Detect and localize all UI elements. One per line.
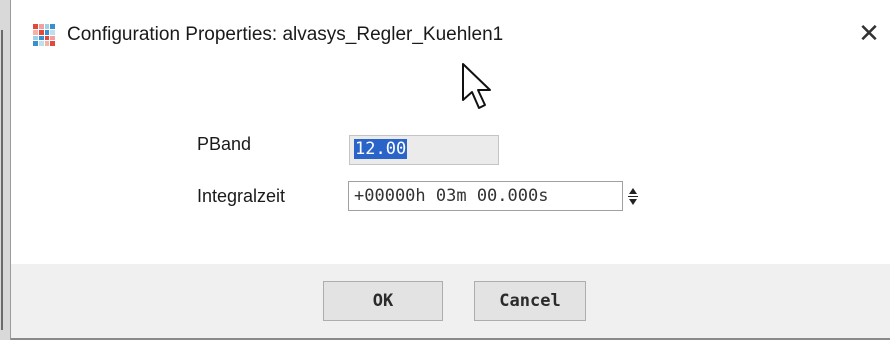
spinner-up-arrow[interactable] xyxy=(629,187,637,194)
ok-button[interactable]: OK xyxy=(323,281,443,321)
close-icon: ✕ xyxy=(858,19,880,49)
spinner-down-arrow[interactable] xyxy=(629,198,637,205)
configuration-dialog: Configuration Properties: alvasys_Regler… xyxy=(10,0,890,340)
integralzeit-label: Integralzeit xyxy=(197,186,286,206)
mouse-pointer-icon xyxy=(462,63,491,109)
cancel-button[interactable]: Cancel xyxy=(474,281,586,321)
background-window-border xyxy=(1,30,3,330)
background-window-edge xyxy=(0,0,10,340)
dialog-footer xyxy=(11,264,890,340)
window-title: Configuration Properties: alvasys_Regler… xyxy=(67,24,504,45)
spinner-icon[interactable] xyxy=(626,183,640,209)
app-grid-icon xyxy=(33,24,55,46)
integralzeit-input[interactable]: +00000h 03m 00.000s xyxy=(348,181,623,211)
pband-selected-value: 12.00 xyxy=(354,139,408,159)
title-bar[interactable]: Configuration Properties: alvasys_Regler… xyxy=(11,0,890,64)
pband-label: PBand xyxy=(197,134,252,154)
close-button[interactable]: ✕ xyxy=(853,18,885,50)
spinner-divider xyxy=(628,195,638,197)
pband-input[interactable]: 12.00 xyxy=(349,135,499,165)
